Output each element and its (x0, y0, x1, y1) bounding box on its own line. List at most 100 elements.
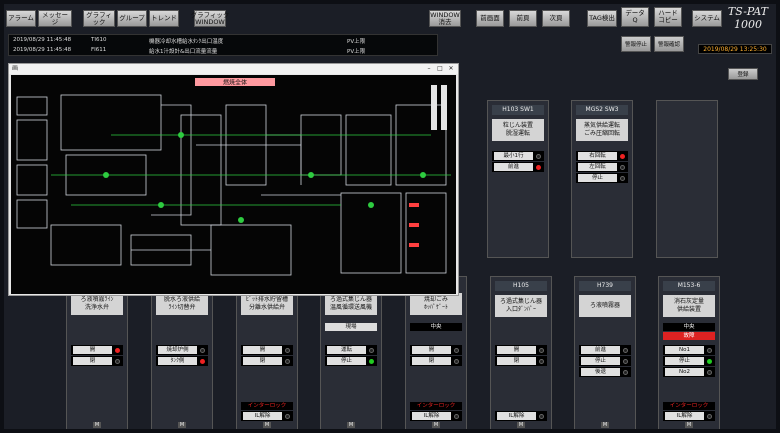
card-action[interactable]: 前進 (492, 162, 544, 172)
message-button[interactable]: メッセージ (38, 10, 72, 27)
register-button[interactable]: 登録 (728, 68, 758, 80)
device-card[interactable]: ﾋﾟｯﾄ排水貯留槽 分離水供給弁開閉インターロック IL解除 M (236, 276, 298, 429)
alarm-list[interactable]: 2019/08/29 11:45:48 TI610 機器冷却水槽給水ﾀﾝｸ出口温… (8, 34, 438, 56)
action-label: 運転 (327, 346, 366, 354)
card-title: ろ過式集じん器 温風循環送風機 (325, 293, 377, 315)
prev-page-button[interactable]: 前頁 (509, 10, 537, 27)
status-lamp (707, 413, 712, 419)
device-card[interactable]: 焼却ごみ ﾎｯﾊﾟｹﾞｰﾄ 中央開閉インターロック IL解除 M (405, 276, 467, 429)
status-lamp (620, 153, 625, 159)
il-release-button[interactable]: IL解除 (241, 411, 293, 421)
system-button[interactable]: システム (692, 10, 722, 27)
plant-schematic[interactable]: 燃焼全体 (11, 75, 456, 294)
tag-search-button[interactable]: TAG検出 (587, 10, 617, 27)
card-action[interactable]: 閉 (410, 356, 462, 366)
card-title: 脱水ろ液供給 ﾗｲﾝ切替弁 (156, 293, 208, 315)
minimize-icon[interactable]: – (424, 65, 434, 73)
card-action[interactable]: 開 (410, 345, 462, 355)
card-action[interactable]: 停止 (325, 356, 377, 366)
card-action[interactable]: 最小1行 (492, 151, 544, 161)
card-title: 粒じん装置 脱湿運転 (492, 119, 544, 141)
status-lamp (623, 369, 628, 375)
card-action[interactable]: 開 (71, 345, 123, 355)
alarm-tag: TI610 (91, 37, 107, 43)
card-action[interactable]: 開 (241, 345, 293, 355)
alarm-row[interactable]: 2019/08/29 11:45:48 TI610 機器冷却水槽給水ﾀﾝｸ出口温… (9, 36, 439, 46)
trend-button[interactable]: トレンド (149, 10, 179, 27)
card-action[interactable]: 停止 (663, 356, 715, 366)
alarm-stop-button[interactable]: 警報停止 (621, 36, 651, 52)
manual-mode-icon[interactable]: M (601, 422, 609, 428)
card-action[interactable]: 運転 (325, 345, 377, 355)
card-header: MGS2 SW3 (576, 105, 628, 115)
alarm-button[interactable]: アラーム (6, 10, 36, 27)
card-action[interactable]: 左回転 (576, 162, 628, 172)
card-title: ろ液噴霧ﾗｲﾝ 洗浄水弁 (71, 293, 123, 315)
card-action[interactable]: 閉 (495, 356, 547, 366)
card-action[interactable]: No2 (663, 367, 715, 377)
il-release-button[interactable]: IL解除 (410, 411, 462, 421)
device-card[interactable]: ろ液噴霧ﾗｲﾝ 洗浄水弁開閉 M (66, 276, 128, 429)
device-card[interactable]: H739 ろ液噴霧器 前進 停止 後退 M (574, 276, 636, 429)
card-action[interactable]: 右回転 (576, 151, 628, 161)
card-action[interactable]: 閉 (71, 356, 123, 366)
close-icon[interactable]: ✕ (446, 65, 456, 73)
window-close-button[interactable]: WINDOW 消去 (429, 10, 461, 27)
card-action[interactable]: 前進 (579, 345, 631, 355)
status-lamp (454, 413, 459, 419)
device-card[interactable]: ろ過式集じん器 温風循環送風機 現場 運転 停止 M (320, 276, 382, 429)
graphic-popup-window[interactable]: 画 – □ ✕ 燃焼全体 (8, 63, 459, 296)
hardcopy-button[interactable]: ハード コピー (654, 7, 682, 27)
manual-mode-icon[interactable]: M (432, 422, 440, 428)
card-action[interactable]: No1 (663, 345, 715, 355)
group-button[interactable]: グループ (117, 10, 147, 27)
fault-label: 故障 (663, 332, 715, 340)
device-card[interactable]: H105 ろ過式集じん器 入口ﾀﾞﾝﾊﾟｰ 開閉 IL解除 M (490, 276, 552, 429)
alarm-confirm-button[interactable]: 警報確認 (654, 36, 684, 52)
action-label: 閉 (497, 357, 536, 365)
action-label: 最小1行 (494, 152, 533, 160)
manual-mode-icon[interactable]: M (685, 422, 693, 428)
card-action[interactable]: 停止 (579, 356, 631, 366)
card-action[interactable]: 後退 (579, 367, 631, 377)
graphic-window-button[interactable]: グラフィック WINDOW (191, 10, 229, 27)
device-card[interactable]: MGS2 SW3 蒸気供給運転 ごみ圧縮回転 右回転 左回転 停止 (571, 100, 633, 258)
status-lamp (539, 347, 544, 353)
action-label: ﾀﾝｸ側 (158, 357, 197, 365)
manual-mode-icon[interactable]: M (517, 422, 525, 428)
action-label: 右回転 (578, 152, 617, 160)
alarm-time: 2019/08/29 11:45:48 (13, 37, 72, 43)
graphic-button[interactable]: グラフィック (83, 10, 115, 27)
il-release-button[interactable]: IL解除 (495, 411, 547, 421)
action-label: 左回転 (578, 163, 617, 171)
manual-mode-icon[interactable]: M (263, 422, 271, 428)
device-card[interactable]: H103 SW1 粒じん装置 脱湿運転 最小1行 前進 (487, 100, 549, 258)
manual-mode-icon[interactable]: M (178, 422, 186, 428)
status-lamp (115, 347, 120, 353)
manual-mode-icon[interactable]: M (93, 422, 101, 428)
schematic-title: 燃焼全体 (223, 79, 247, 87)
interlock-label: インターロック (410, 402, 462, 410)
prev-screen-button[interactable]: 前画面 (476, 10, 504, 27)
alarm-row[interactable]: 2019/08/29 11:45:48 FI611 給水1汁設計&出口流量流量 … (9, 46, 439, 56)
card-header: H739 (579, 281, 631, 291)
device-card[interactable]: M153-6 消石灰定量 供給装置 中央 故障 No1 停止 No2 インターロック IL解除 M (658, 276, 720, 429)
status-lamp (200, 358, 205, 364)
status-lamp (454, 347, 459, 353)
next-page-button[interactable]: 次頁 (542, 10, 570, 27)
card-action[interactable]: 焼却炉側 (156, 345, 208, 355)
action-label: 前進 (494, 163, 533, 171)
status-lamp (539, 358, 544, 364)
card-action[interactable]: 停止 (576, 173, 628, 183)
popup-titlebar[interactable]: 画 (9, 64, 458, 74)
manual-mode-icon[interactable]: M (347, 422, 355, 428)
brand-model: 1000 (733, 18, 762, 31)
card-action[interactable]: 開 (495, 345, 547, 355)
card-action[interactable]: 閉 (241, 356, 293, 366)
maximize-icon[interactable]: □ (435, 65, 445, 73)
data-q-button[interactable]: データ Q (621, 7, 649, 27)
il-release-button[interactable]: IL解除 (663, 411, 715, 421)
device-card[interactable]: 脱水ろ液供給 ﾗｲﾝ切替弁焼却炉側 ﾀﾝｸ側 M (151, 276, 213, 429)
card-action[interactable]: ﾀﾝｸ側 (156, 356, 208, 366)
action-label: 閉 (412, 357, 451, 365)
